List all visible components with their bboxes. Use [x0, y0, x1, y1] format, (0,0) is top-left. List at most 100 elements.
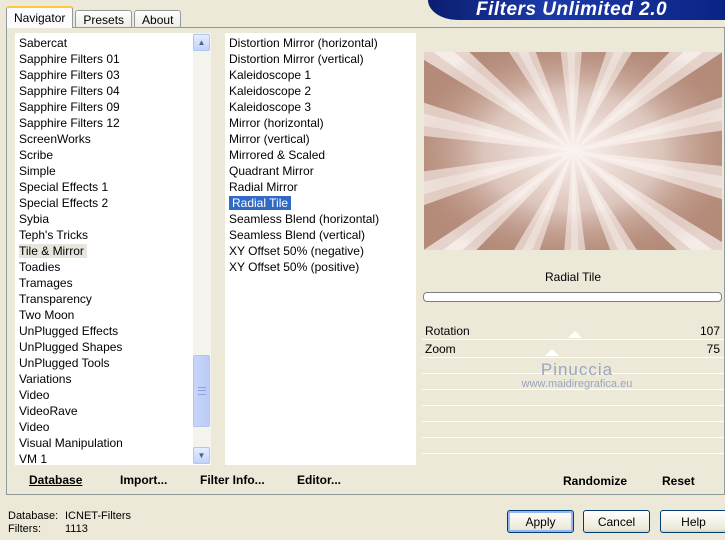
filter-item[interactable]: Radial Mirror [225, 179, 416, 195]
category-item[interactable]: Sapphire Filters 09 [15, 99, 211, 115]
filter-item-label: Kaleidoscope 3 [229, 100, 312, 114]
category-item[interactable]: Teph's Tricks [15, 227, 211, 243]
filters-count: 1113 [65, 523, 88, 535]
category-item[interactable]: Tile & Mirror [15, 243, 211, 259]
category-item[interactable]: Video [15, 387, 211, 403]
slider-thumb[interactable] [567, 331, 582, 338]
filter-item[interactable]: XY Offset 50% (positive) [225, 259, 416, 275]
param-row-empty [422, 438, 724, 454]
filter-item[interactable]: Mirror (vertical) [225, 131, 416, 147]
param-label: Rotation [425, 324, 470, 338]
param-row-empty [422, 422, 724, 438]
category-item[interactable]: Tramages [15, 275, 211, 291]
category-item[interactable]: Special Effects 2 [15, 195, 211, 211]
randomize-button[interactable]: Randomize [563, 474, 627, 488]
category-item[interactable]: VM 1 [15, 451, 211, 465]
category-item[interactable]: Sabercat [15, 35, 211, 51]
tab-strip: Navigator Presets About [6, 6, 183, 28]
tab-navigator[interactable]: Navigator [6, 6, 74, 28]
scroll-thumb[interactable] [193, 355, 210, 427]
category-item[interactable]: Sybia [15, 211, 211, 227]
category-scrollbar[interactable]: ▲ ▼ [193, 33, 211, 464]
filter-item[interactable]: Distortion Mirror (vertical) [225, 51, 416, 67]
scroll-up-button[interactable]: ▲ [193, 34, 210, 51]
filter-item[interactable]: Seamless Blend (vertical) [225, 227, 416, 243]
filter-item[interactable]: Kaleidoscope 2 [225, 83, 416, 99]
tab-about[interactable]: About [134, 10, 182, 28]
help-button[interactable]: Help [660, 510, 725, 533]
parameter-area: Rotation 107 Zoom 75 [422, 322, 724, 465]
category-item[interactable]: Toadies [15, 259, 211, 275]
import-button[interactable]: Import... [120, 473, 167, 487]
category-item[interactable]: VideoRave [15, 403, 211, 419]
category-item[interactable]: Sapphire Filters 04 [15, 83, 211, 99]
category-item[interactable]: Sapphire Filters 12 [15, 115, 211, 131]
filter-item-label: Kaleidoscope 1 [229, 68, 312, 82]
database-button[interactable]: Database [29, 473, 82, 487]
filter-item-label: XY Offset 50% (positive) [229, 260, 360, 274]
filter-item[interactable]: XY Offset 50% (negative) [225, 243, 416, 259]
editor-button[interactable]: Editor... [297, 473, 341, 487]
navigator-panel: Sabercat Sapphire Filters 01 Sapphire Filt… [6, 27, 725, 495]
list-toolbar: Database Import... Filter Info... Editor… [12, 466, 416, 494]
category-item[interactable]: Special Effects 1 [15, 179, 211, 195]
filter-item-label: Quadrant Mirror [229, 164, 314, 178]
filter-list[interactable]: Distortion Mirror (horizontal) Distortion… [225, 33, 416, 465]
category-item[interactable]: Transparency [15, 291, 211, 307]
param-row-empty [422, 390, 724, 406]
category-item[interactable]: Scribe [15, 147, 211, 163]
parameter-toolbar: Randomize Reset [422, 466, 724, 494]
filter-item-label: Distortion Mirror (vertical) [229, 52, 364, 66]
filter-item-label: Radial Tile [229, 196, 292, 210]
filter-item[interactable]: Quadrant Mirror [225, 163, 416, 179]
category-list[interactable]: Sabercat Sapphire Filters 01 Sapphire Filt… [15, 33, 211, 465]
category-item[interactable]: UnPlugged Effects [15, 323, 211, 339]
category-item[interactable]: Video [15, 419, 211, 435]
filter-item[interactable]: Distortion Mirror (horizontal) [225, 35, 416, 51]
filter-item-label: Mirrored & Scaled [229, 148, 326, 162]
filter-item[interactable]: Seamless Blend (horizontal) [225, 211, 416, 227]
preview-image [424, 52, 722, 250]
filter-item[interactable]: Kaleidoscope 1 [225, 67, 416, 83]
category-item[interactable]: UnPlugged Tools [15, 355, 211, 371]
category-item[interactable]: Simple [15, 163, 211, 179]
category-item-label: Tile & Mirror [19, 244, 87, 258]
filter-item-label: Distortion Mirror (horizontal) [229, 36, 378, 50]
category-item[interactable]: Sapphire Filters 01 [15, 51, 211, 67]
tab-presets[interactable]: Presets [75, 10, 133, 28]
param-row-rotation[interactable]: Rotation 107 [422, 322, 724, 340]
param-row-empty [422, 406, 724, 422]
banner-title: Filters Unlimited 2.0 [476, 0, 668, 20]
slider-thumb[interactable] [544, 349, 559, 356]
category-item[interactable]: ScreenWorks [15, 131, 211, 147]
filter-item[interactable]: Mirrored & Scaled [225, 147, 416, 163]
param-row-zoom[interactable]: Zoom 75 [422, 340, 724, 358]
filter-item[interactable]: Mirror (horizontal) [225, 115, 416, 131]
param-slider[interactable] [494, 343, 669, 356]
filters-label: Filters: [8, 523, 41, 535]
cancel-button[interactable]: Cancel [583, 510, 650, 533]
category-item[interactable]: Variations [15, 371, 211, 387]
filter-item-label: Radial Mirror [229, 180, 298, 194]
title-banner: Filters Unlimited 2.0 [428, 0, 725, 20]
reset-button[interactable]: Reset [662, 474, 695, 488]
param-value: 75 [706, 342, 720, 356]
filter-item[interactable]: Radial Tile [225, 195, 416, 211]
param-slider[interactable] [494, 325, 669, 338]
category-item[interactable]: Two Moon [15, 307, 211, 323]
param-label: Zoom [425, 342, 456, 356]
filter-item[interactable]: Kaleidoscope 3 [225, 99, 416, 115]
database-value: ICNET-Filters [65, 510, 131, 522]
progress-bar [423, 292, 722, 302]
filter-info-button[interactable]: Filter Info... [200, 473, 265, 487]
filter-item-label: Mirror (horizontal) [229, 116, 324, 130]
filter-item-label: Kaleidoscope 2 [229, 84, 312, 98]
apply-button[interactable]: Apply [507, 510, 574, 533]
category-item[interactable]: UnPlugged Shapes [15, 339, 211, 355]
database-label: Database: [8, 510, 59, 522]
param-value: 107 [699, 324, 720, 338]
scroll-down-button[interactable]: ▼ [193, 447, 210, 464]
category-item[interactable]: Sapphire Filters 03 [15, 67, 211, 83]
grip-icon [198, 387, 206, 395]
category-item[interactable]: Visual Manipulation [15, 435, 211, 451]
